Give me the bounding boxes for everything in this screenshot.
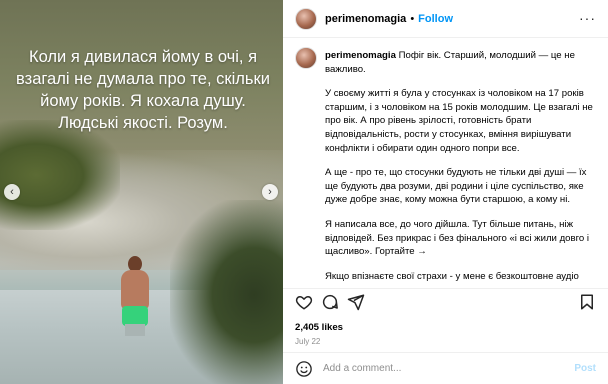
- caption-paragraph: Я написала все, до чого дійшла. Тут біль…: [325, 218, 590, 258]
- comment-icon[interactable]: [321, 293, 339, 311]
- more-options-icon[interactable]: ···: [579, 10, 596, 26]
- foliage: [0, 120, 120, 230]
- comment-bar: Post: [283, 352, 608, 384]
- caption-paragraph: У своєму житті я була у стосунках із чол…: [325, 88, 593, 154]
- likes-count[interactable]: 2,405 likes: [295, 322, 343, 333]
- avatar[interactable]: [295, 7, 317, 30]
- separator-dot: •: [410, 12, 415, 25]
- username-link[interactable]: perimenomagia: [325, 13, 406, 25]
- post-sidebar: perimenomagia • Follow ··· perimenomagia…: [283, 0, 608, 384]
- swimmer-figure: [116, 256, 156, 336]
- caption-avatar[interactable]: [295, 47, 317, 69]
- caption-paragraph: А ще - про те, що стосунки будують не ті…: [325, 167, 587, 206]
- follow-button[interactable]: Follow: [418, 13, 453, 25]
- post-date[interactable]: July 22: [295, 337, 320, 346]
- post-comment-button[interactable]: Post: [574, 363, 596, 374]
- comment-input[interactable]: [323, 363, 553, 374]
- bookmark-icon[interactable]: [578, 293, 596, 311]
- foliage-foreground: [170, 200, 283, 384]
- caption: perimenomagia Пофіг вік. Старший, молодш…: [295, 47, 595, 283]
- chevron-right-icon[interactable]: ›: [262, 184, 278, 200]
- post-image[interactable]: Коли я дивилася йому в очі, я взагалі не…: [0, 0, 283, 384]
- caption-body: perimenomagia Пофіг вік. Старший, молодш…: [325, 49, 593, 283]
- post-header: perimenomagia • Follow ···: [283, 0, 608, 38]
- share-icon[interactable]: [347, 293, 365, 311]
- image-overlay-text: Коли я дивилася йому в очі, я взагалі не…: [16, 48, 270, 132]
- emoji-icon[interactable]: [295, 360, 313, 378]
- action-bar: [283, 288, 608, 316]
- caption-paragraph: Якщо впізнаєте свої страхи - у мене є бе…: [325, 270, 579, 282]
- heart-icon[interactable]: [295, 293, 313, 311]
- caption-author[interactable]: perimenomagia: [325, 50, 396, 61]
- chevron-left-icon[interactable]: ‹: [4, 184, 20, 200]
